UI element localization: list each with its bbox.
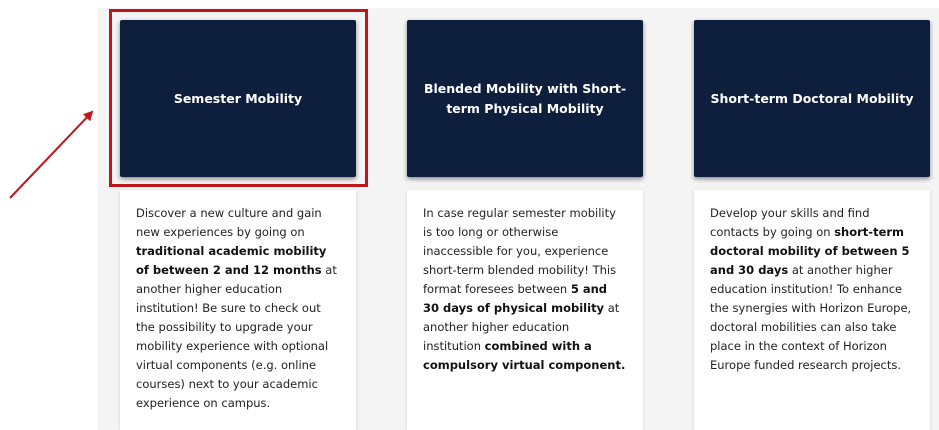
blended-mobility-description: In case regular semester mobility is too… [407,190,643,430]
semester-mobility-description: Discover a new culture and gain new expe… [120,190,356,430]
doctoral-mobility-tile[interactable]: Short-term Doctoral Mobility [694,20,930,177]
semester-mobility-tile[interactable]: Semester Mobility [120,20,356,177]
blended-mobility-tile[interactable]: Blended Mobility with Short-term Physica… [407,20,643,177]
tile-title: Semester Mobility [173,90,303,106]
doctoral-mobility-description: Develop your skills and find contacts by… [694,190,930,430]
desc-text: at another higher education institution!… [710,263,912,372]
tile-title: Blended Mobility with Short-term Physica… [423,80,627,116]
page: Semester Mobility Discover a new culture… [0,0,939,430]
desc-text: at another higher education institution!… [136,263,337,410]
desc-emphasis: traditional academic mobility of between… [136,244,327,277]
desc-text: Discover a new culture and gain new expe… [136,206,322,239]
tile-title: Short-term Doctoral Mobility [710,90,914,106]
